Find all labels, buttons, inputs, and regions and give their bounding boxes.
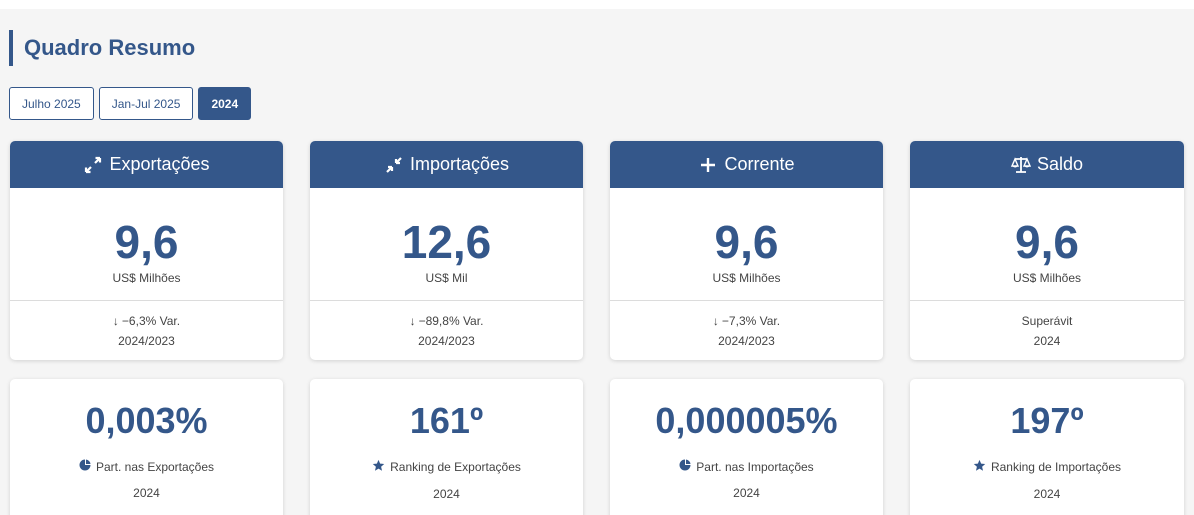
stat-year: 2024 — [133, 486, 160, 500]
stat-card-part-importacoes: 0,000005% Part. nas Importações 2024 — [610, 379, 883, 515]
card-value: 9,6 — [714, 216, 779, 268]
top-strip — [0, 0, 1194, 9]
tab-jan-jul-2025[interactable]: Jan-Jul 2025 — [98, 87, 194, 120]
stat-label-row: Part. nas Exportações — [79, 459, 214, 474]
variation-text: −6,3% Var. — [121, 313, 181, 328]
stat-year: 2024 — [733, 486, 760, 500]
arrow-down-icon: ↓ — [712, 313, 719, 328]
card-header: Saldo — [910, 141, 1184, 188]
stat-card-ranking-exportacoes: 161º Ranking de Exportações 2024 — [310, 379, 583, 515]
stat-year: 2024 — [433, 487, 460, 501]
stat-value: 0,000005% — [655, 400, 838, 441]
card-title: Saldo — [1036, 154, 1084, 174]
stat-value: 197º — [1010, 400, 1084, 441]
card-title: Corrente — [724, 154, 795, 174]
exportacoes-card: Exportações 9,6 US$ Milhões ↓ −6,3% Var. … — [10, 141, 283, 360]
stat-card-part-exportacoes: 0,003% Part. nas Exportações 2024 — [10, 379, 283, 515]
card-footer: ↓ −7,3% Var. 2024/2023 — [610, 300, 883, 360]
card-unit: US$ Milhões — [112, 271, 181, 285]
variation-period: 2024/2023 — [118, 333, 175, 348]
stat-value: 0,003% — [85, 400, 208, 441]
card-footer: ↓ −89,8% Var. 2024/2023 — [310, 300, 583, 360]
page-title: Quadro Resumo — [24, 35, 196, 60]
section-header: Quadro Resumo — [9, 30, 195, 66]
card-unit: US$ Milhões — [712, 271, 781, 285]
stat-label-row: Ranking de Importações — [973, 459, 1121, 475]
period-tabs: Julho 2025 Jan-Jul 2025 2024 — [9, 87, 252, 120]
stat-value: 161º — [409, 400, 484, 441]
card-body: 12,6 US$ Mil — [310, 188, 583, 300]
card-title: Importações — [409, 154, 510, 174]
plus-icon — [698, 155, 718, 175]
card-body: 9,6 US$ Milhões — [10, 188, 283, 300]
variation-text: −7,3% Var. — [721, 313, 781, 328]
expand-arrows-icon — [83, 155, 103, 175]
stat-label: Ranking de Importações — [990, 460, 1122, 474]
stat-label-row: Ranking de Exportações — [372, 459, 521, 475]
stat-label: Ranking de Exportações — [390, 460, 521, 474]
pie-chart-icon — [679, 459, 691, 474]
stat-label-row: Part. nas Importações — [679, 459, 814, 474]
variation-text: −89,8% Var. — [418, 313, 484, 328]
tab-julho-2025[interactable]: Julho 2025 — [9, 87, 94, 120]
pie-chart-icon — [79, 459, 91, 474]
card-value: 9,6 — [1015, 216, 1079, 268]
variation-period: 2024/2023 — [418, 333, 475, 348]
card-body: 9,6 US$ Milhões — [610, 188, 883, 300]
card-footer: ↓ −6,3% Var. 2024/2023 — [10, 300, 283, 360]
card-header: Importações — [310, 141, 583, 188]
card-unit: US$ Milhões — [1012, 271, 1082, 285]
stat-card-ranking-importacoes: 197º Ranking de Importações 2024 — [910, 379, 1184, 515]
balance-status: Superávit — [1021, 313, 1073, 328]
saldo-card: Saldo 9,6 US$ Milhões Superávit 2024 — [910, 141, 1184, 360]
importacoes-card: Importações 12,6 US$ Mil ↓ −89,8% Var. 20… — [310, 141, 583, 360]
card-title: Exportações — [109, 154, 210, 174]
stat-year: 2024 — [1033, 487, 1061, 501]
star-icon — [973, 459, 986, 475]
stat-label: Part. nas Importações — [696, 459, 814, 474]
balance-period: 2024 — [1033, 333, 1061, 348]
stat-label: Part. nas Exportações — [95, 459, 215, 474]
arrow-down-icon: ↓ — [112, 313, 119, 328]
star-icon — [372, 459, 385, 475]
card-body: 9,6 US$ Milhões — [910, 188, 1184, 300]
title-accent-bar — [9, 30, 13, 66]
variation-period: 2024/2023 — [718, 333, 775, 348]
card-value: 12,6 — [401, 216, 492, 268]
compress-arrows-icon — [384, 155, 404, 175]
tab-2024[interactable]: 2024 — [198, 87, 252, 120]
card-header: Exportações — [10, 141, 283, 188]
corrente-card: Corrente 9,6 US$ Milhões ↓ −7,3% Var. 202… — [610, 141, 883, 360]
card-footer: Superávit 2024 — [910, 300, 1184, 360]
card-unit: US$ Mil — [425, 271, 468, 285]
arrow-down-icon: ↓ — [409, 313, 416, 328]
scale-balance-icon — [1010, 155, 1031, 175]
card-header: Corrente — [610, 141, 883, 188]
card-value: 9,6 — [114, 216, 179, 268]
